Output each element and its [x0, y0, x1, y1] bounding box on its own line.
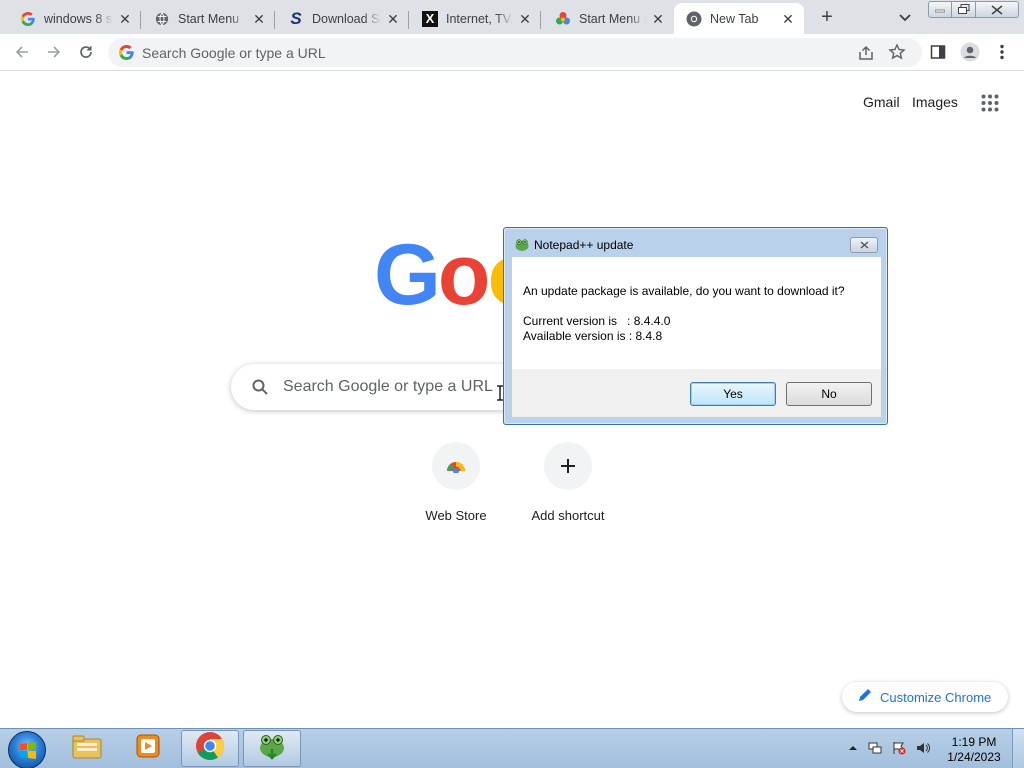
dialog-message: An update package is available, do you w… [523, 284, 845, 298]
browser-toolbar: Search Google or type a URL [0, 34, 1024, 71]
dialog-close-button[interactable] [850, 237, 878, 253]
desktop: windows 8 st ✕ Start Menu ✕ S Download S… [0, 0, 1024, 768]
kebab-menu-icon[interactable] [990, 40, 1014, 64]
back-button[interactable] [10, 40, 34, 64]
tab-separator [540, 11, 541, 29]
dialog-title: Notepad++ update [534, 238, 634, 252]
google-apps-icon[interactable] [981, 94, 999, 112]
bookmark-star-icon[interactable] [888, 43, 906, 61]
tab-close-icon[interactable]: ✕ [650, 11, 666, 27]
shortcut-web-store[interactable]: Web Store [400, 442, 512, 530]
tab-strip: windows 8 st ✕ Start Menu ✕ S Download S… [0, 0, 1024, 34]
tab-windows-8[interactable]: windows 8 st ✕ [8, 3, 141, 34]
search-icon [251, 378, 269, 396]
images-link[interactable]: Images [912, 94, 958, 110]
chrome-icon [195, 731, 225, 766]
side-panel-icon[interactable] [926, 40, 950, 64]
restore-button[interactable] [951, 1, 976, 18]
action-center-icon[interactable] [892, 741, 906, 755]
minimize-button[interactable] [928, 1, 952, 18]
show-desktop-button[interactable] [1012, 729, 1024, 768]
tab-separator [408, 11, 409, 29]
pencil-icon [858, 688, 872, 707]
forward-button[interactable] [42, 40, 66, 64]
shortcut-label: Add shortcut [531, 508, 605, 523]
current-version-text: Current version is : 8.4.4.0 [523, 314, 671, 328]
customize-label: Customize Chrome [880, 689, 992, 705]
tab-title: Start Menu [178, 11, 240, 26]
start-button[interactable] [8, 731, 46, 768]
chevron-down-icon[interactable] [895, 7, 915, 27]
tab-separator [274, 11, 275, 29]
logo-letter: o [437, 227, 491, 323]
tab-close-icon[interactable]: ✕ [251, 11, 267, 27]
customize-chrome-button[interactable]: Customize Chrome [842, 682, 1008, 712]
show-hidden-icons-icon[interactable] [846, 741, 860, 755]
no-button[interactable]: No [786, 382, 872, 406]
tab-start-menu-2[interactable]: Start Menu M ✕ [543, 3, 674, 34]
tab-internet-tv[interactable]: X Internet, TV, ✕ [410, 3, 541, 34]
multicolor-logo-icon [555, 11, 571, 27]
network-icon[interactable] [868, 741, 882, 755]
tab-new-tab[interactable]: New Tab ✕ [674, 3, 804, 34]
clock-date: 1/24/2023 [947, 750, 1001, 764]
available-version-text: Available version is : 8.4.8 [523, 329, 663, 343]
yes-button[interactable]: Yes [690, 382, 776, 406]
google-g-icon [118, 44, 134, 61]
shortcut-label: Web Store [425, 508, 487, 523]
clock-time: 1:19 PM [951, 735, 997, 749]
taskbar: 1:19 PM 1/24/2023 [0, 728, 1024, 768]
volume-icon[interactable] [916, 741, 930, 755]
gmail-link[interactable]: Gmail [863, 94, 900, 110]
tab-close-icon[interactable]: ✕ [517, 11, 533, 27]
taskbar-notepad-plus-plus[interactable] [243, 730, 301, 767]
tab-close-icon[interactable]: ✕ [117, 11, 133, 27]
tab-title: Internet, TV, [446, 11, 513, 26]
tab-title: Download Sp [312, 11, 381, 26]
dialog-titlebar[interactable]: Notepad++ update [504, 228, 887, 256]
x-logo-icon: X [422, 10, 438, 27]
tab-separator [140, 11, 141, 29]
tab-download[interactable]: S Download Sp ✕ [276, 3, 409, 34]
tab-close-icon[interactable]: ✕ [780, 11, 796, 27]
globe-icon [154, 11, 170, 27]
reload-button[interactable] [74, 40, 98, 64]
share-icon[interactable] [857, 44, 875, 62]
tab-title: New Tab [710, 11, 759, 26]
file-explorer-icon [72, 733, 102, 764]
taskbar-media-player[interactable] [119, 730, 177, 767]
update-dialog: Notepad++ update An update package is av… [503, 227, 888, 425]
dialog-body: An update package is available, do you w… [512, 257, 881, 369]
tab-title: Start Menu M [579, 11, 646, 26]
web-store-icon [432, 442, 480, 490]
plus-icon [544, 442, 592, 490]
logo-letter: G [374, 227, 441, 323]
taskbar-chrome[interactable] [181, 730, 239, 767]
new-tab-button[interactable]: + [815, 6, 839, 30]
notepad-plus-plus-icon [256, 732, 288, 765]
tab-close-icon[interactable]: ✕ [385, 11, 401, 27]
notepad-plus-plus-icon [514, 237, 530, 253]
chrome-icon [686, 11, 702, 27]
taskbar-clock[interactable]: 1:19 PM 1/24/2023 [940, 735, 1008, 765]
dialog-footer: Yes No [512, 369, 881, 417]
tab-start-menu[interactable]: Start Menu ✕ [142, 3, 275, 34]
omnibox[interactable]: Search Google or type a URL [108, 38, 922, 67]
shortcut-add[interactable]: Add shortcut [512, 442, 624, 530]
close-window-button[interactable] [975, 1, 1019, 18]
media-player-icon [135, 733, 161, 764]
s-logo-icon: S [290, 8, 302, 28]
taskbar-file-explorer[interactable] [58, 730, 116, 767]
omnibox-placeholder: Search Google or type a URL [142, 45, 326, 61]
tab-title: windows 8 st [44, 11, 113, 26]
google-g-icon [20, 11, 36, 27]
profile-avatar-icon[interactable] [958, 40, 982, 64]
search-placeholder: Search Google or type a URL [283, 378, 493, 395]
